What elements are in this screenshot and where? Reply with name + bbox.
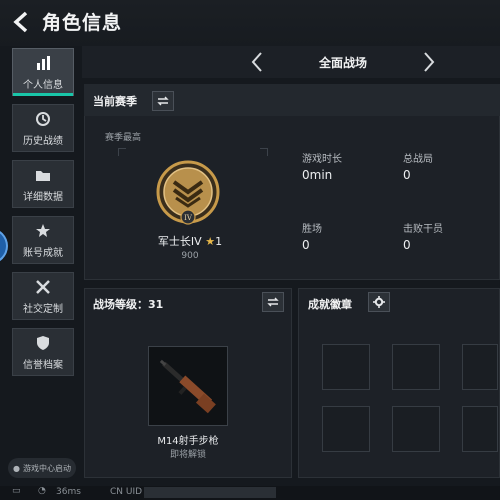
rank-emblem-numeral: IV [184, 214, 193, 222]
sidebar-item-history[interactable]: 历史战绩 [12, 104, 74, 152]
mode-label: 全面战场 [318, 56, 367, 70]
launch-badge-label: 游戏中心启动 [22, 463, 71, 473]
star-icon: ★ [205, 235, 216, 248]
battery-icon: ▭ [12, 486, 21, 496]
chevron-right-icon [424, 52, 435, 72]
sidebar: 个人信息 历史战绩 详细数据 账号成就 社交定制 信誉档案 [0, 46, 82, 500]
level-value: 31 [148, 298, 164, 311]
level-title-text: 战场等级： [93, 298, 148, 311]
uid-label: CN UID [110, 487, 143, 497]
stat-value-play-time: 0min [302, 168, 333, 182]
sidebar-item-personal-info[interactable]: 个人信息 [12, 48, 74, 96]
weapon-name: M14射手步枪 [157, 436, 219, 447]
sidebar-item-achievements[interactable]: 账号成就 [12, 216, 74, 264]
badge-slot[interactable] [322, 344, 370, 390]
sidebar-item-label: 历史战绩 [23, 135, 63, 147]
stat-label-operators-defeated: 击败干员 [403, 224, 443, 235]
battlefield-level-title: 战场等级：31 [93, 296, 163, 312]
achievement-icon [34, 222, 52, 240]
tools-icon [34, 278, 52, 296]
weapon-status: 即将解锁 [169, 450, 206, 460]
stat-value-operators-defeated: 0 [403, 238, 411, 252]
uid-redacted [144, 487, 276, 498]
season-title: 当前赛季 [93, 95, 137, 108]
swap-arrows-icon [267, 297, 279, 307]
mode-next-button[interactable] [420, 50, 438, 74]
stat-label-wins: 胜场 [302, 224, 322, 235]
back-arrow-icon [13, 11, 28, 33]
back-button[interactable] [10, 9, 34, 35]
stat-value-total-matches: 0 [403, 168, 411, 182]
sidebar-item-detailed-data[interactable]: 详细数据 [12, 160, 74, 208]
rank-name-text: 军士长IV [157, 235, 202, 248]
level-swap-button[interactable] [262, 292, 284, 312]
rifle-icon [159, 359, 216, 414]
credit-shield-icon [34, 334, 52, 352]
badge-slot[interactable] [392, 344, 440, 390]
page-title: 角色信息 [42, 12, 123, 34]
sidebar-item-social[interactable]: 社交定制 [12, 272, 74, 320]
weapon-card[interactable] [148, 346, 228, 426]
stat-label-play-time: 游戏时长 [302, 154, 342, 165]
season-swap-button[interactable] [152, 91, 174, 111]
rank-stars: 1 [215, 235, 223, 248]
game-center-launch-badge: ● 游戏中心启动 [8, 458, 76, 478]
badge-slot[interactable] [462, 406, 498, 452]
sidebar-item-label: 社交定制 [23, 303, 63, 315]
badge-slot[interactable] [322, 406, 370, 452]
sidebar-item-label: 详细数据 [23, 191, 63, 203]
sidebar-item-label: 信誉档案 [23, 359, 63, 371]
badge-settings-button[interactable] [368, 292, 390, 312]
rank-name: 军士长IV ★1 [120, 233, 260, 249]
stat-label-total-matches: 总战局 [403, 154, 433, 165]
chevron-left-icon [251, 52, 262, 72]
folder-icon [34, 166, 52, 184]
user-icon: ● [13, 463, 20, 473]
badge-slot[interactable] [392, 406, 440, 452]
bar-chart-icon [34, 54, 52, 72]
rank-emblem-icon: IV [156, 160, 220, 226]
ping-readout: 36ms [56, 487, 81, 497]
wifi-icon: ◔ [38, 486, 46, 496]
sidebar-item-label: 账号成就 [23, 247, 63, 259]
badge-slot[interactable] [462, 344, 498, 390]
rank-score: 900 [181, 251, 199, 261]
stat-value-wins: 0 [302, 238, 310, 252]
season-panel-header [84, 84, 500, 116]
sidebar-item-label: 个人信息 [23, 79, 63, 91]
season-best-label: 赛季最高 [105, 133, 142, 143]
swap-arrows-icon [157, 96, 169, 106]
mode-prev-button[interactable] [248, 50, 266, 74]
sidebar-item-credit[interactable]: 信誉档案 [12, 328, 74, 376]
history-clock-icon [34, 110, 52, 128]
badge-panel-title: 成就徽章 [308, 298, 352, 311]
gear-icon [373, 296, 385, 308]
